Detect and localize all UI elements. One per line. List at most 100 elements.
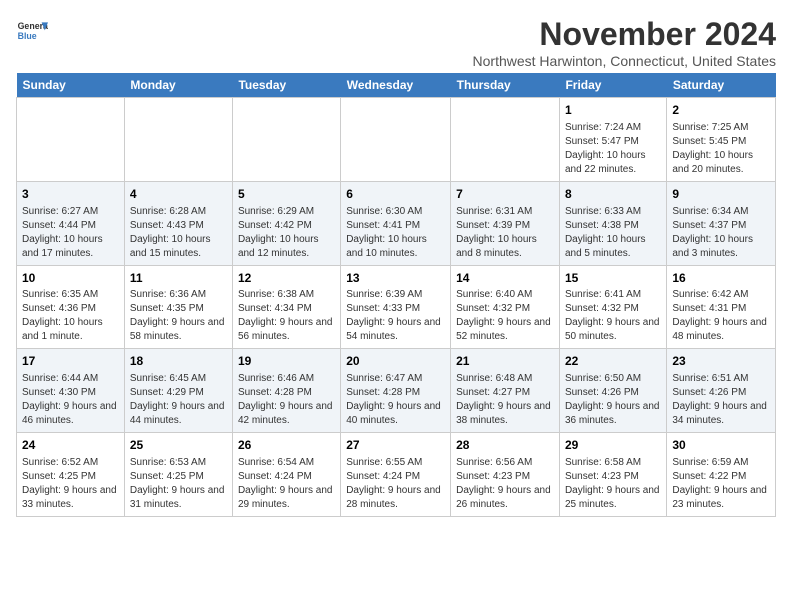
calendar-table: SundayMondayTuesdayWednesdayThursdayFrid…	[16, 73, 776, 517]
day-number: 19	[238, 353, 335, 370]
day-number: 4	[130, 186, 227, 203]
day-number: 27	[346, 437, 445, 454]
calendar-cell: 23 Sunrise: 6:51 AM Sunset: 4:26 PM Dayli…	[667, 349, 776, 433]
calendar-cell: 12Sunrise: 6:38 AM Sunset: 4:34 PM Dayli…	[232, 265, 340, 349]
day-info: Sunrise: 6:51 AM Sunset: 4:26 PM Dayligh…	[672, 372, 770, 428]
day-header-saturday: Saturday	[667, 73, 776, 98]
calendar-cell	[451, 98, 560, 182]
calendar-cell: 19 Sunrise: 6:46 AM Sunset: 4:28 PM Dayli…	[232, 349, 340, 433]
calendar-cell: 13Sunrise: 6:39 AM Sunset: 4:33 PM Dayli…	[341, 265, 451, 349]
calendar-cell: 30 Sunrise: 6:59 AM Sunset: 4:22 PM Dayli…	[667, 433, 776, 517]
day-info: Sunrise: 6:47 AM Sunset: 4:28 PM Dayligh…	[346, 372, 445, 428]
calendar-cell: 15Sunrise: 6:41 AM Sunset: 4:32 PM Dayli…	[559, 265, 666, 349]
logo-icon: General Blue	[16, 16, 48, 48]
day-info: Sunrise: 6:45 AM Sunset: 4:29 PM Dayligh…	[130, 372, 227, 428]
calendar-cell: 1Sunrise: 7:24 AM Sunset: 5:47 PM Daylig…	[559, 98, 666, 182]
calendar-cell: 18 Sunrise: 6:45 AM Sunset: 4:29 PM Dayli…	[124, 349, 232, 433]
calendar-cell: 5 Sunrise: 6:29 AM Sunset: 4:42 PM Daylig…	[232, 181, 340, 265]
day-info: Sunrise: 6:58 AM Sunset: 4:23 PM Dayligh…	[565, 456, 661, 512]
calendar-cell: 26 Sunrise: 6:54 AM Sunset: 4:24 PM Dayli…	[232, 433, 340, 517]
day-number: 2	[672, 102, 770, 119]
day-info: Sunrise: 7:25 AM Sunset: 5:45 PM Dayligh…	[672, 121, 770, 177]
calendar-cell: 4 Sunrise: 6:28 AM Sunset: 4:43 PM Daylig…	[124, 181, 232, 265]
calendar-cell: 2 Sunrise: 7:25 AM Sunset: 5:45 PM Daylig…	[667, 98, 776, 182]
day-header-sunday: Sunday	[17, 73, 125, 98]
day-number: 16	[672, 270, 770, 287]
day-header-tuesday: Tuesday	[232, 73, 340, 98]
calendar-cell: 25 Sunrise: 6:53 AM Sunset: 4:25 PM Dayli…	[124, 433, 232, 517]
day-info: Sunrise: 6:59 AM Sunset: 4:22 PM Dayligh…	[672, 456, 770, 512]
day-number: 12	[238, 270, 335, 287]
calendar-cell: 17Sunrise: 6:44 AM Sunset: 4:30 PM Dayli…	[17, 349, 125, 433]
day-info: Sunrise: 6:39 AM Sunset: 4:33 PM Dayligh…	[346, 288, 445, 344]
calendar-cell: 10Sunrise: 6:35 AM Sunset: 4:36 PM Dayli…	[17, 265, 125, 349]
calendar-cell: 11Sunrise: 6:36 AM Sunset: 4:35 PM Dayli…	[124, 265, 232, 349]
calendar-cell: 9Sunrise: 6:34 AM Sunset: 4:37 PM Daylig…	[667, 181, 776, 265]
day-number: 28	[456, 437, 554, 454]
calendar-cell: 28 Sunrise: 6:56 AM Sunset: 4:23 PM Dayli…	[451, 433, 560, 517]
day-number: 21	[456, 353, 554, 370]
day-header-friday: Friday	[559, 73, 666, 98]
calendar-cell: 6 Sunrise: 6:30 AM Sunset: 4:41 PM Daylig…	[341, 181, 451, 265]
calendar-cell: 22 Sunrise: 6:50 AM Sunset: 4:26 PM Dayli…	[559, 349, 666, 433]
day-number: 23	[672, 353, 770, 370]
day-info: Sunrise: 6:54 AM Sunset: 4:24 PM Dayligh…	[238, 456, 335, 512]
calendar-cell: 24 Sunrise: 6:52 AM Sunset: 4:25 PM Dayli…	[17, 433, 125, 517]
day-number: 24	[22, 437, 119, 454]
day-header-wednesday: Wednesday	[341, 73, 451, 98]
day-number: 8	[565, 186, 661, 203]
day-info: Sunrise: 6:52 AM Sunset: 4:25 PM Dayligh…	[22, 456, 119, 512]
day-info: Sunrise: 6:56 AM Sunset: 4:23 PM Dayligh…	[456, 456, 554, 512]
day-number: 7	[456, 186, 554, 203]
day-number: 26	[238, 437, 335, 454]
day-info: Sunrise: 6:50 AM Sunset: 4:26 PM Dayligh…	[565, 372, 661, 428]
day-number: 6	[346, 186, 445, 203]
day-number: 30	[672, 437, 770, 454]
day-number: 11	[130, 270, 227, 287]
day-number: 22	[565, 353, 661, 370]
calendar-cell: 3 Sunrise: 6:27 AM Sunset: 4:44 PM Daylig…	[17, 181, 125, 265]
calendar-cell: 21Sunrise: 6:48 AM Sunset: 4:27 PM Dayli…	[451, 349, 560, 433]
calendar-cell	[124, 98, 232, 182]
day-info: Sunrise: 6:27 AM Sunset: 4:44 PM Dayligh…	[22, 205, 119, 261]
day-number: 1	[565, 102, 661, 119]
header: General Blue November 2024 Northwest Har…	[16, 16, 776, 69]
day-info: Sunrise: 6:31 AM Sunset: 4:39 PM Dayligh…	[456, 205, 554, 261]
day-number: 20	[346, 353, 445, 370]
day-number: 3	[22, 186, 119, 203]
calendar-cell: 27 Sunrise: 6:55 AM Sunset: 4:24 PM Dayli…	[341, 433, 451, 517]
title-area: November 2024 Northwest Harwinton, Conne…	[473, 16, 776, 69]
day-number: 25	[130, 437, 227, 454]
day-number: 14	[456, 270, 554, 287]
day-info: Sunrise: 6:30 AM Sunset: 4:41 PM Dayligh…	[346, 205, 445, 261]
calendar-cell: 14Sunrise: 6:40 AM Sunset: 4:32 PM Dayli…	[451, 265, 560, 349]
day-info: Sunrise: 6:29 AM Sunset: 4:42 PM Dayligh…	[238, 205, 335, 261]
day-info: Sunrise: 6:38 AM Sunset: 4:34 PM Dayligh…	[238, 288, 335, 344]
day-info: Sunrise: 6:55 AM Sunset: 4:24 PM Dayligh…	[346, 456, 445, 512]
day-number: 18	[130, 353, 227, 370]
calendar-cell: 7 Sunrise: 6:31 AM Sunset: 4:39 PM Daylig…	[451, 181, 560, 265]
month-title: November 2024	[473, 16, 776, 53]
day-info: Sunrise: 6:40 AM Sunset: 4:32 PM Dayligh…	[456, 288, 554, 344]
day-info: Sunrise: 6:34 AM Sunset: 4:37 PM Dayligh…	[672, 205, 770, 261]
calendar-cell: 8Sunrise: 6:33 AM Sunset: 4:38 PM Daylig…	[559, 181, 666, 265]
calendar-cell: 29 Sunrise: 6:58 AM Sunset: 4:23 PM Dayli…	[559, 433, 666, 517]
logo: General Blue	[16, 16, 48, 48]
day-info: Sunrise: 6:28 AM Sunset: 4:43 PM Dayligh…	[130, 205, 227, 261]
day-number: 5	[238, 186, 335, 203]
day-info: Sunrise: 6:53 AM Sunset: 4:25 PM Dayligh…	[130, 456, 227, 512]
day-info: Sunrise: 6:42 AM Sunset: 4:31 PM Dayligh…	[672, 288, 770, 344]
calendar-cell: 20 Sunrise: 6:47 AM Sunset: 4:28 PM Dayli…	[341, 349, 451, 433]
day-number: 15	[565, 270, 661, 287]
day-number: 17	[22, 353, 119, 370]
day-number: 13	[346, 270, 445, 287]
day-info: Sunrise: 6:35 AM Sunset: 4:36 PM Dayligh…	[22, 288, 119, 344]
day-info: Sunrise: 6:36 AM Sunset: 4:35 PM Dayligh…	[130, 288, 227, 344]
day-info: Sunrise: 6:46 AM Sunset: 4:28 PM Dayligh…	[238, 372, 335, 428]
calendar-cell: 16Sunrise: 6:42 AM Sunset: 4:31 PM Dayli…	[667, 265, 776, 349]
location-subtitle: Northwest Harwinton, Connecticut, United…	[473, 53, 776, 69]
calendar-cell	[232, 98, 340, 182]
svg-text:Blue: Blue	[18, 31, 37, 41]
day-info: Sunrise: 6:41 AM Sunset: 4:32 PM Dayligh…	[565, 288, 661, 344]
day-number: 29	[565, 437, 661, 454]
